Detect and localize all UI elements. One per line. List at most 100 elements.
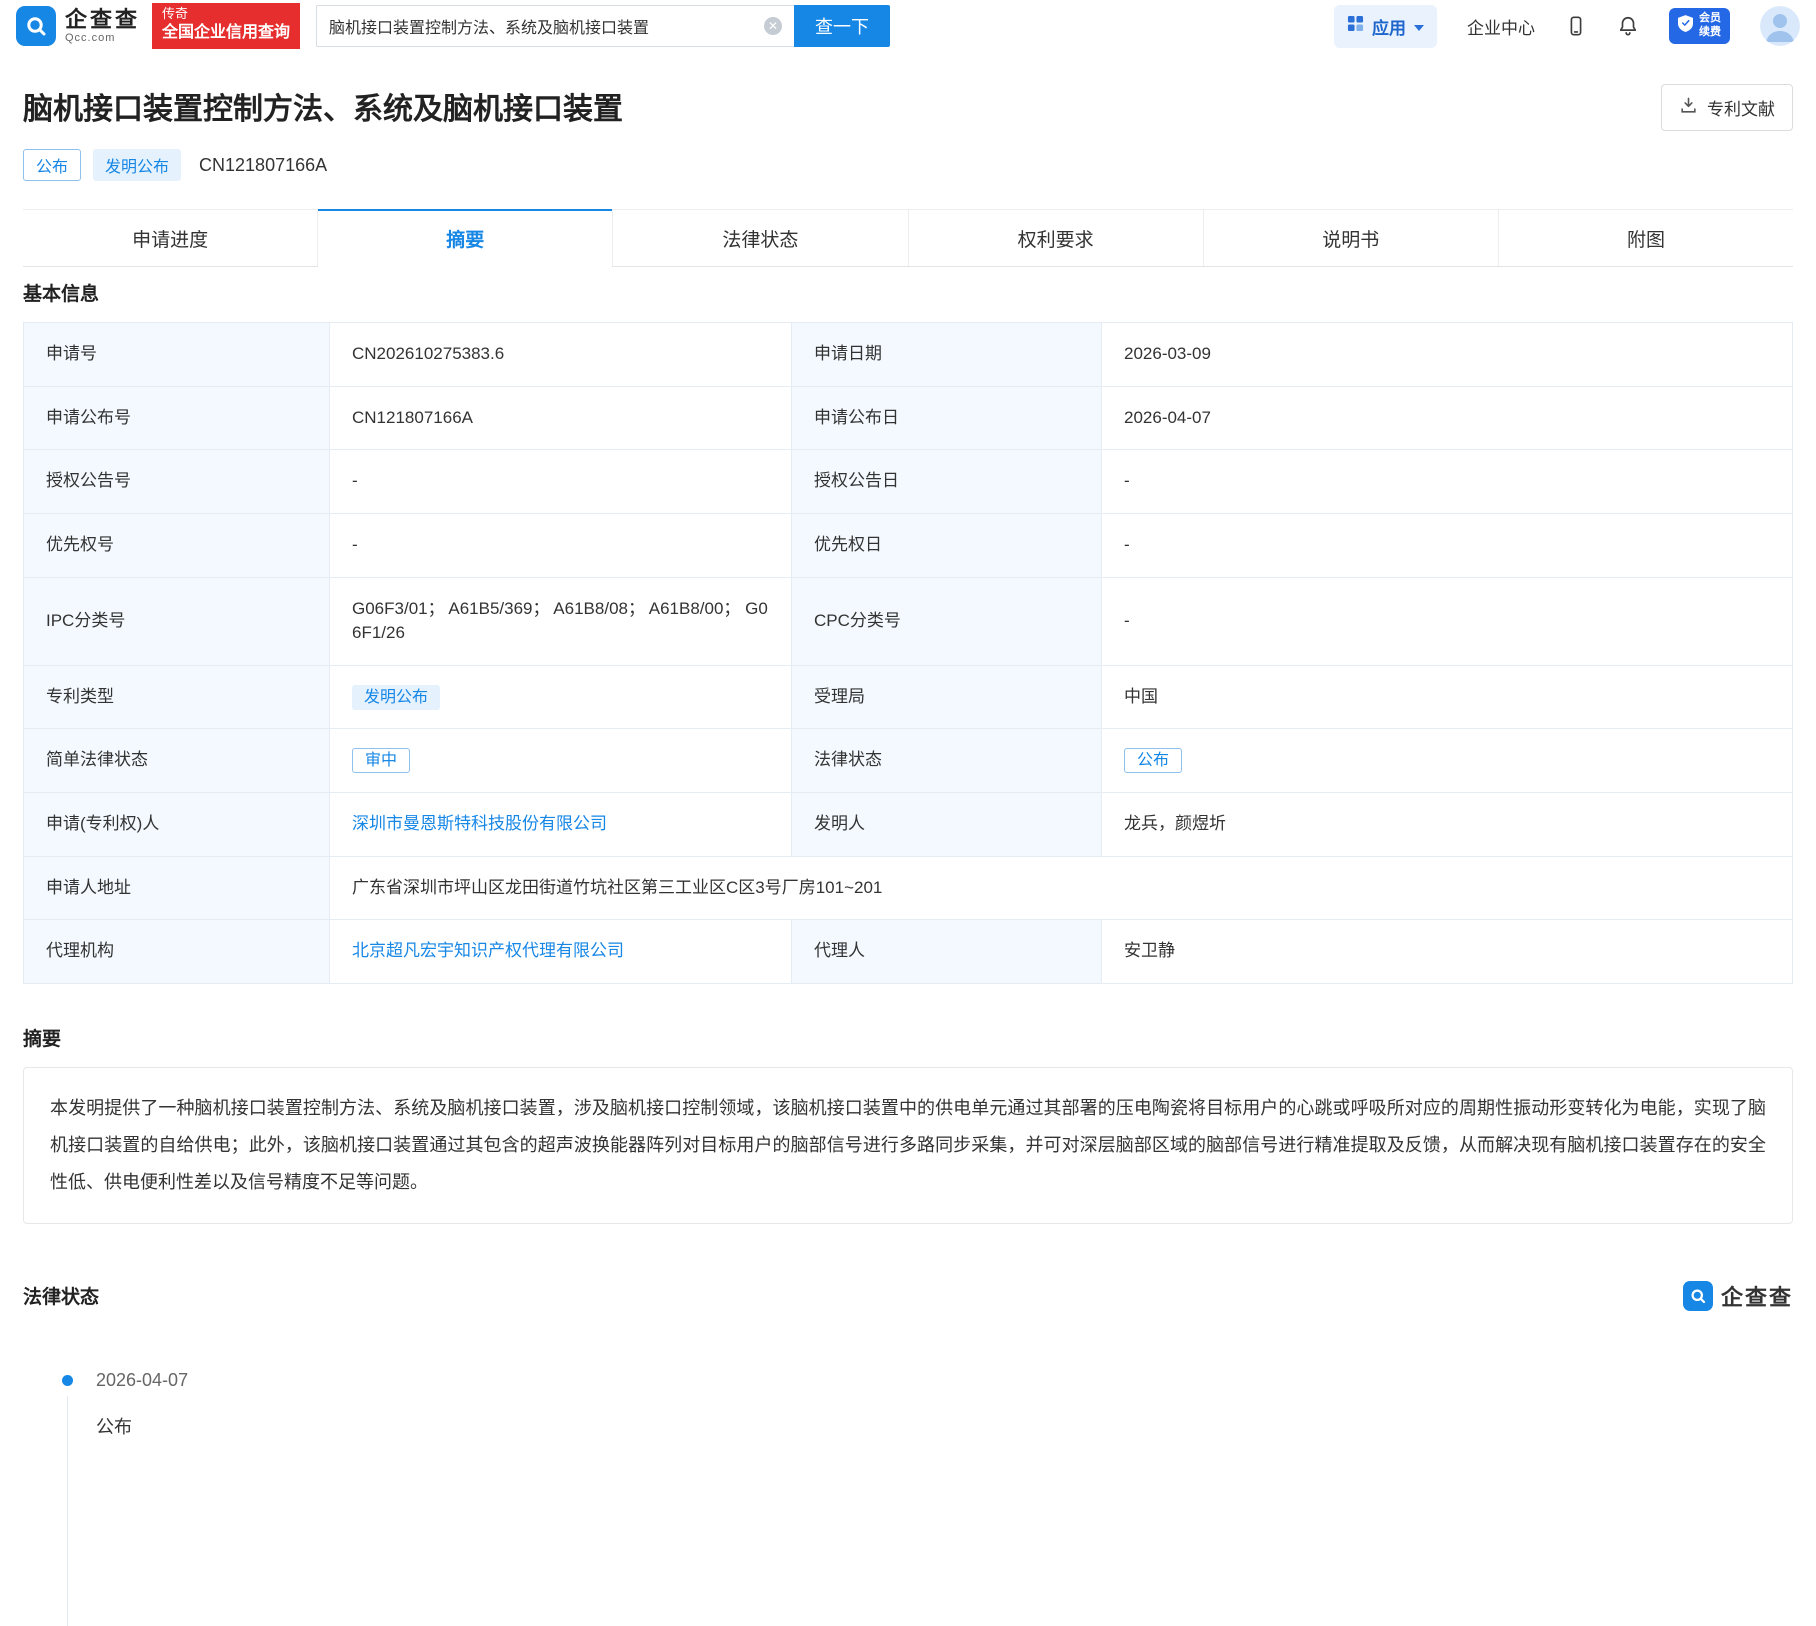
field-value: - bbox=[1102, 577, 1793, 665]
search-button[interactable]: 查一下 bbox=[794, 5, 890, 47]
field-label: 申请公布号 bbox=[24, 386, 330, 450]
top-bar: 企查查 Qcc.com 传奇 全国企业信用查询 ✕ 查一下 应用 bbox=[0, 0, 1816, 52]
vip-renew-label: 会员 续费 bbox=[1699, 12, 1721, 40]
field-value: 发明公布 bbox=[330, 665, 792, 729]
qcc-logo-text: 企查查 Qcc.com bbox=[65, 8, 140, 44]
table-row: 代理机构 北京超凡宏宇知识产权代理有限公司 代理人 安卫静 bbox=[24, 920, 1793, 984]
field-label: 优先权日 bbox=[792, 513, 1102, 577]
table-row: 申请公布号 CN121807166A 申请公布日 2026-04-07 bbox=[24, 386, 1793, 450]
patent-document-button[interactable]: 专利文献 bbox=[1661, 84, 1793, 131]
field-label: 申请人地址 bbox=[24, 856, 330, 920]
field-value: 龙兵，颜煜圻 bbox=[1102, 793, 1793, 857]
qcc-watermark-icon bbox=[1683, 1281, 1713, 1311]
timeline-dot-icon bbox=[62, 1375, 73, 1386]
page-title: 脑机接口装置控制方法、系统及脑机接口装置 bbox=[23, 84, 623, 128]
patent-document-label: 专利文献 bbox=[1707, 95, 1775, 120]
promo-line1: 传奇 bbox=[162, 6, 290, 23]
qcc-logo-icon bbox=[16, 6, 56, 46]
table-row: 申请号 CN202610275383.6 申请日期 2026-03-09 bbox=[24, 323, 1793, 387]
qcc-logo-cn: 企查查 bbox=[65, 8, 140, 32]
abstract-heading: 摘要 bbox=[23, 1024, 1793, 1051]
shield-icon bbox=[1678, 15, 1693, 37]
tab-application-progress[interactable]: 申请进度 bbox=[23, 210, 318, 266]
tab-legal-status[interactable]: 法律状态 bbox=[613, 210, 908, 266]
field-label: 专利类型 bbox=[24, 665, 330, 729]
basic-info-table: 申请号 CN202610275383.6 申请日期 2026-03-09 申请公… bbox=[23, 322, 1793, 984]
vip-renew-badge[interactable]: 会员 续费 bbox=[1669, 8, 1730, 44]
apps-menu[interactable]: 应用 bbox=[1334, 5, 1437, 48]
download-icon bbox=[1679, 96, 1698, 120]
agency-link[interactable]: 北京超凡宏宇知识产权代理有限公司 bbox=[352, 941, 624, 960]
legal-status-header: 法律状态 企查查 bbox=[23, 1280, 1793, 1312]
tab-description[interactable]: 说明书 bbox=[1204, 210, 1499, 266]
field-value: CN121807166A bbox=[330, 386, 792, 450]
field-label: 申请日期 bbox=[792, 323, 1102, 387]
field-value: 广东省深圳市坪山区龙田街道竹坑社区第三工业区C区3号厂房101~201 bbox=[330, 856, 1793, 920]
qcc-logo-en: Qcc.com bbox=[65, 32, 140, 44]
field-label: 申请(专利权)人 bbox=[24, 793, 330, 857]
promo-banner[interactable]: 传奇 全国企业信用查询 bbox=[152, 3, 300, 49]
field-label: 授权公告号 bbox=[24, 450, 330, 514]
notification-bell-icon[interactable] bbox=[1617, 15, 1639, 37]
table-row: 优先权号 - 优先权日 - bbox=[24, 513, 1793, 577]
qcc-watermark-text: 企查查 bbox=[1721, 1280, 1793, 1312]
field-value: - bbox=[1102, 513, 1793, 577]
field-label: IPC分类号 bbox=[24, 577, 330, 665]
timeline-date: 2026-04-07 bbox=[96, 1370, 1793, 1391]
qcc-logo[interactable]: 企查查 Qcc.com bbox=[16, 6, 140, 46]
search-input[interactable] bbox=[329, 17, 756, 35]
status-badge: 公布 bbox=[23, 149, 81, 181]
tab-figures[interactable]: 附图 bbox=[1499, 210, 1793, 266]
field-label: 发明人 bbox=[792, 793, 1102, 857]
clear-search-icon[interactable]: ✕ bbox=[764, 17, 782, 35]
timeline-item: 2026-04-07 公布 bbox=[62, 1370, 1793, 1439]
field-value: 深圳市曼恩斯特科技股份有限公司 bbox=[330, 793, 792, 857]
legal-status-heading: 法律状态 bbox=[23, 1282, 99, 1309]
field-value: 2026-04-07 bbox=[1102, 386, 1793, 450]
top-nav: 应用 企业中心 bbox=[1334, 5, 1800, 48]
field-label: 简单法律状态 bbox=[24, 729, 330, 793]
field-label: 申请公布日 bbox=[792, 386, 1102, 450]
tab-bar: 申请进度 摘要 法律状态 权利要求 说明书 附图 bbox=[23, 209, 1793, 267]
field-value: - bbox=[1102, 450, 1793, 514]
tab-abstract[interactable]: 摘要 bbox=[318, 210, 613, 266]
publication-number: CN121807166A bbox=[199, 155, 327, 176]
field-value: - bbox=[330, 513, 792, 577]
field-value: CN202610275383.6 bbox=[330, 323, 792, 387]
table-row: IPC分类号 G06F3/01； A61B5/369； A61B8/08； A6… bbox=[24, 577, 1793, 665]
field-label: 授权公告日 bbox=[792, 450, 1102, 514]
abstract-text: 本发明提供了一种脑机接口装置控制方法、系统及脑机接口装置，涉及脑机接口控制领域，… bbox=[23, 1067, 1793, 1224]
mobile-app-icon[interactable] bbox=[1565, 15, 1587, 37]
promo-line2: 全国企业信用查询 bbox=[162, 23, 290, 44]
enterprise-center-link[interactable]: 企业中心 bbox=[1467, 14, 1535, 39]
field-label: 申请号 bbox=[24, 323, 330, 387]
search-box: ✕ bbox=[316, 5, 794, 47]
field-value: 2026-03-09 bbox=[1102, 323, 1793, 387]
field-label: 受理局 bbox=[792, 665, 1102, 729]
field-value: 审中 bbox=[330, 729, 792, 793]
applicant-link[interactable]: 深圳市曼恩斯特科技股份有限公司 bbox=[352, 814, 607, 833]
field-value: 公布 bbox=[1102, 729, 1793, 793]
basic-info-heading: 基本信息 bbox=[23, 279, 1793, 306]
apps-grid-icon bbox=[1347, 15, 1364, 37]
table-row: 专利类型 发明公布 受理局 中国 bbox=[24, 665, 1793, 729]
qcc-watermark: 企查查 bbox=[1683, 1280, 1793, 1312]
field-label: CPC分类号 bbox=[792, 577, 1102, 665]
table-row: 简单法律状态 审中 法律状态 公布 bbox=[24, 729, 1793, 793]
field-value: 北京超凡宏宇知识产权代理有限公司 bbox=[330, 920, 792, 984]
table-row: 授权公告号 - 授权公告日 - bbox=[24, 450, 1793, 514]
avatar[interactable] bbox=[1760, 6, 1800, 46]
legal-status-badge: 公布 bbox=[1124, 748, 1182, 773]
simple-legal-status-badge: 审中 bbox=[352, 748, 410, 773]
legal-status-timeline: 2026-04-07 公布 bbox=[62, 1370, 1793, 1439]
field-label: 代理人 bbox=[792, 920, 1102, 984]
timeline-status: 公布 bbox=[96, 1413, 1793, 1439]
field-label: 优先权号 bbox=[24, 513, 330, 577]
timeline-connector bbox=[67, 1396, 68, 1626]
chevron-down-icon bbox=[1414, 16, 1424, 36]
field-label: 法律状态 bbox=[792, 729, 1102, 793]
field-value: 安卫静 bbox=[1102, 920, 1793, 984]
page-content: 脑机接口装置控制方法、系统及脑机接口装置 专利文献 公布 发明公布 CN1218… bbox=[0, 84, 1816, 1439]
patent-tag-row: 公布 发明公布 CN121807166A bbox=[23, 149, 1793, 181]
tab-claims[interactable]: 权利要求 bbox=[909, 210, 1204, 266]
